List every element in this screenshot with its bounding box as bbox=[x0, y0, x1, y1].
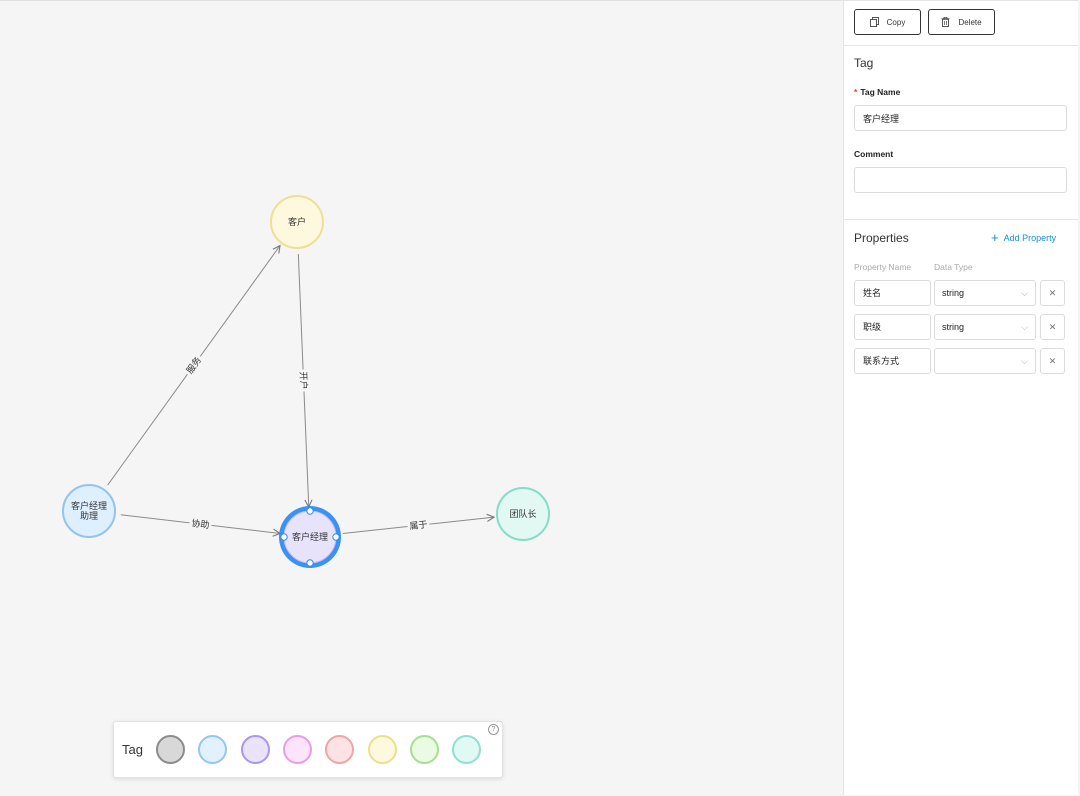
tag-palette: Tag ? bbox=[113, 721, 503, 778]
close-icon: ✕ bbox=[1048, 288, 1057, 298]
chevron-down-icon: ⌵ bbox=[1021, 288, 1028, 298]
tag-color-swatch[interactable] bbox=[198, 735, 228, 764]
node-assistant[interactable]: 客户经理助理 bbox=[62, 484, 116, 538]
node-label: 客户经理 bbox=[292, 531, 328, 542]
add-property-button[interactable]: + Add Property bbox=[991, 230, 1057, 245]
property-name-input[interactable]: 姓名 bbox=[854, 280, 931, 306]
side-panel: Copy Delete Tag *Tag Name Comment Proper… bbox=[843, 0, 1078, 795]
edge-label: 协助 bbox=[191, 517, 210, 530]
close-icon: ✕ bbox=[1048, 322, 1057, 332]
tag-color-swatch[interactable] bbox=[282, 735, 312, 764]
remove-property-button[interactable]: ✕ bbox=[1040, 280, 1065, 306]
property-row: 职级 string ⌵ ✕ bbox=[854, 314, 1068, 340]
delete-button[interactable]: Delete bbox=[928, 9, 995, 35]
tag-color-swatch[interactable] bbox=[240, 735, 270, 764]
required-star: * bbox=[854, 87, 858, 97]
properties-title: Properties bbox=[854, 231, 909, 245]
question-circle-icon[interactable]: ? bbox=[488, 724, 499, 735]
property-row: 姓名 string ⌵ ✕ bbox=[854, 280, 1068, 306]
node-label: 客户 bbox=[288, 216, 306, 227]
palette-label: Tag bbox=[122, 742, 143, 757]
data-type-value: string bbox=[942, 322, 965, 332]
delete-label: Delete bbox=[958, 17, 982, 27]
comment-input[interactable] bbox=[854, 167, 1067, 193]
edge-label: 开户 bbox=[298, 371, 310, 389]
node-team_lead[interactable]: 团队长 bbox=[496, 487, 550, 541]
data-type-value: string bbox=[942, 288, 965, 298]
remove-property-button[interactable]: ✕ bbox=[1040, 314, 1065, 340]
edge-label: 属于 bbox=[409, 519, 428, 531]
node-label: 助理 bbox=[80, 510, 98, 521]
data-type-select[interactable]: string ⌵ bbox=[934, 314, 1036, 340]
connection-handle[interactable] bbox=[306, 559, 314, 567]
chevron-down-icon: ⌵ bbox=[1021, 356, 1028, 366]
graph-svg[interactable]: 服务开户协助 属于 客户客户经理助理客户经理团队长 bbox=[0, 1, 843, 796]
column-header-property-name: Property Name bbox=[854, 262, 912, 272]
connection-handle[interactable] bbox=[306, 507, 314, 515]
property-name-input[interactable]: 联系方式 bbox=[854, 348, 931, 374]
panel-toolbar: Copy Delete bbox=[844, 1, 1078, 46]
add-property-label: Add Property bbox=[1003, 233, 1057, 243]
plus-icon: + bbox=[991, 230, 999, 245]
connection-handle[interactable] bbox=[280, 533, 288, 541]
data-type-select[interactable]: string ⌵ bbox=[934, 280, 1036, 306]
tag-name-input[interactable] bbox=[854, 105, 1067, 131]
comment-label: Comment bbox=[854, 149, 894, 159]
column-header-data-type: Data Type bbox=[934, 262, 973, 272]
section-divider bbox=[844, 219, 1078, 220]
tag-color-swatch[interactable] bbox=[367, 735, 397, 764]
node-label: 客户经理 bbox=[71, 500, 107, 511]
trash-icon bbox=[941, 17, 950, 27]
copy-icon bbox=[869, 17, 879, 27]
copy-label: Copy bbox=[886, 17, 906, 27]
tag-section-title: Tag bbox=[854, 56, 874, 70]
graph-canvas[interactable]: 服务 开户 协助 属于 客户 客户经理 助理 客户经理 团队长 bbox=[0, 0, 843, 795]
close-icon: ✕ bbox=[1048, 356, 1057, 366]
chevron-down-icon: ⌵ bbox=[1021, 322, 1028, 332]
node-customer[interactable]: 客户 bbox=[270, 195, 324, 249]
tag-color-swatch[interactable] bbox=[409, 735, 439, 764]
node-manager[interactable]: 客户经理 bbox=[279, 506, 341, 568]
tag-color-swatch[interactable] bbox=[325, 735, 355, 764]
property-row: 联系方式 ⌵ ✕ bbox=[854, 348, 1068, 374]
tag-color-swatch[interactable] bbox=[452, 735, 482, 764]
remove-property-button[interactable]: ✕ bbox=[1040, 348, 1065, 374]
data-type-select[interactable]: ⌵ bbox=[934, 348, 1036, 374]
tag-name-label: * Tag Name bbox=[854, 87, 900, 97]
tag-name-label-text: Tag Name bbox=[860, 87, 901, 97]
node-label: 团队长 bbox=[509, 508, 536, 519]
connection-handle[interactable] bbox=[332, 533, 340, 541]
copy-button[interactable]: Copy bbox=[854, 9, 921, 35]
tag-color-swatch[interactable] bbox=[156, 735, 185, 764]
property-name-input[interactable]: 职级 bbox=[854, 314, 931, 340]
